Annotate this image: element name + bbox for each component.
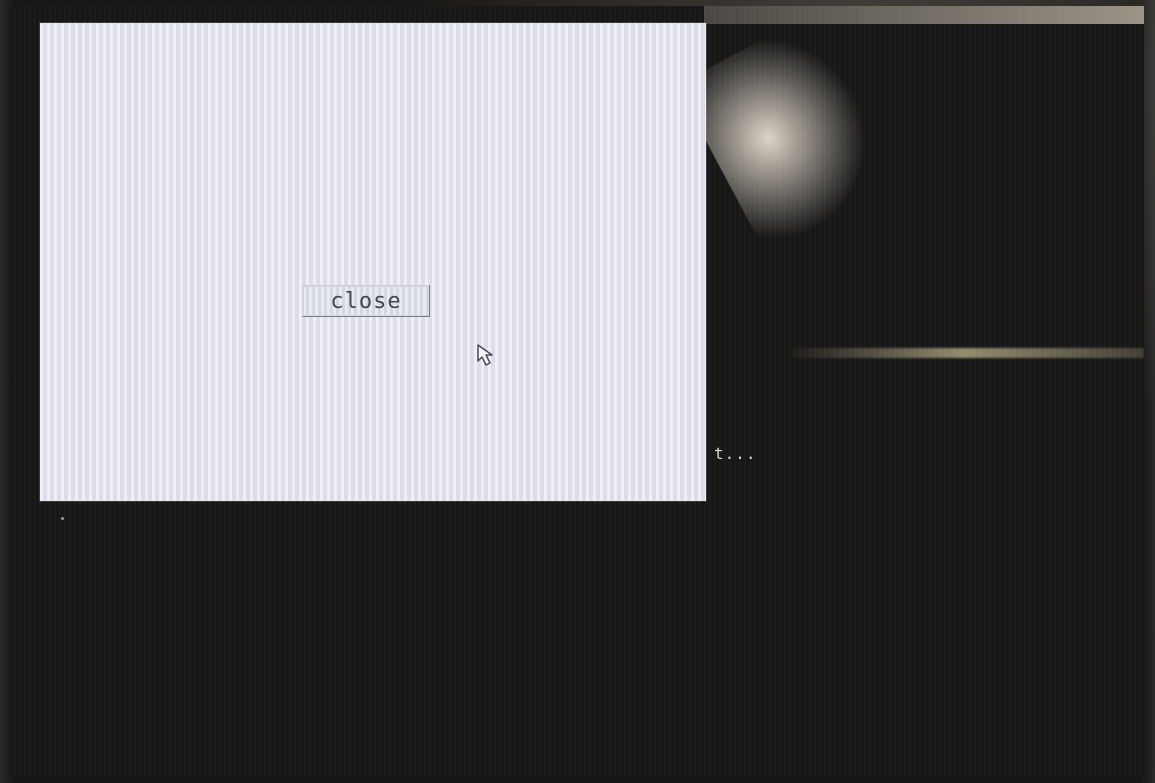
mouse-pointer-icon <box>477 344 493 366</box>
screen-glare-line <box>784 348 1144 358</box>
screen: t... close <box>14 6 1144 776</box>
close-button[interactable]: close <box>302 285 430 317</box>
screen-speck <box>61 517 64 520</box>
terminal-output-text: t... <box>714 444 757 463</box>
screen-glare-top <box>704 6 1144 24</box>
popup-dialog: close <box>40 23 706 501</box>
screen-glare-beam <box>676 10 912 262</box>
